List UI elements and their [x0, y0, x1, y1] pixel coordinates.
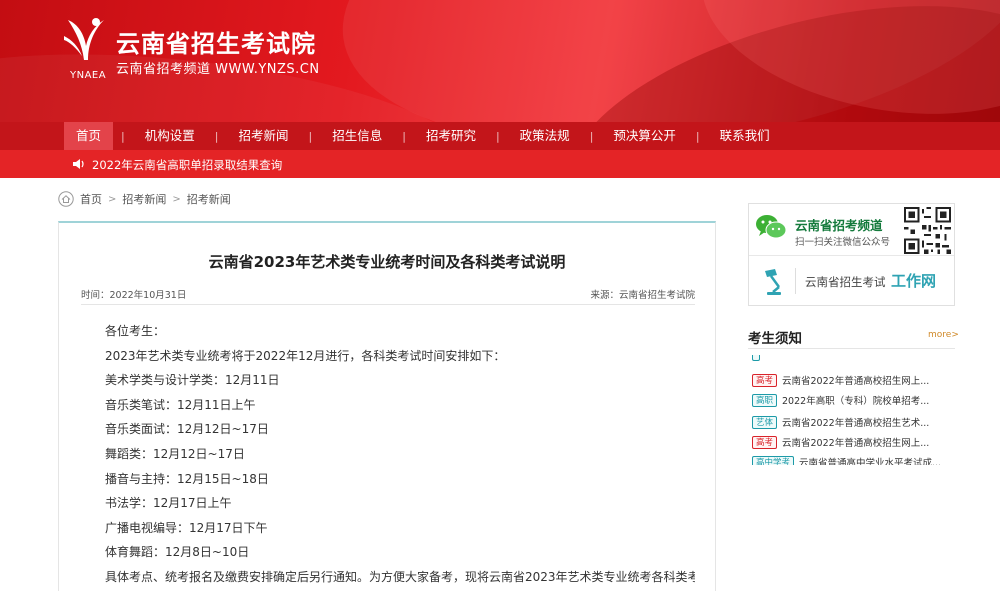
article-paragraph: 播音与主持：12月15日~18日 — [105, 471, 269, 486]
list-item[interactable]: 高考 云南省2022年普通高校招生网上... — [752, 371, 952, 389]
notice-link[interactable]: 2022年云南省高职单招录取结果查询 — [92, 157, 282, 173]
article-title: 云南省2023年艺术类专业统考时间及各科类考试说明 — [208, 253, 566, 271]
article-panel: 云南省2023年艺术类专业统考时间及各科类考试说明 时间：2022年10月31日… — [58, 221, 716, 591]
article-body: 各位考生： 2023年艺术类专业统考将于2022年12月进行，各科类考试时间安排… — [105, 319, 695, 590]
section-title: 考生须知 — [748, 331, 802, 347]
article-paragraph: 音乐类面试：12月12日~17日 — [105, 422, 269, 437]
wechat-subtitle: 扫一扫关注微信公众号 — [795, 237, 891, 248]
nav-item-budget[interactable]: 预决算公开 — [601, 122, 688, 150]
article-paragraph: 2023年艺术类专业统考将于2022年12月进行，各科类考试时间安排如下： — [105, 348, 506, 363]
nav-separator: | — [402, 129, 406, 143]
article-paragraph: 各位考生： — [105, 324, 166, 338]
article-paragraph: 体育舞蹈：12月8日~10日 — [105, 545, 250, 560]
list-item[interactable] — [752, 355, 952, 363]
nav-item-exam-news[interactable]: 招考新闻 — [226, 122, 300, 150]
breadcrumb-exam-news[interactable]: 招考新闻 — [122, 191, 166, 207]
article-paragraph: 音乐类笔试：12月11日上午 — [105, 397, 256, 412]
article-paragraph: 广播电视编导：12月17日下午 — [105, 520, 268, 535]
article-paragraph: 具体考点、统考报名及缴费安排确定后另行通知。为方便大家备考，现将云南省2023年… — [105, 569, 695, 584]
follow-box: 云南省招考频道 扫一扫关注微信公众号 云南省招生考试 工作网 — [748, 203, 955, 306]
category-tag: 高考 — [752, 435, 778, 449]
notice-list: 高考 云南省2022年普通高校招生网上... 高职 2022年高职（专科）院校单… — [752, 355, 952, 465]
site-subtitle: 云南省招考频道 WWW.YNZS.CN — [116, 62, 320, 77]
wechat-title: 云南省招考频道 — [795, 218, 883, 233]
list-item-text[interactable]: 云南省2022年普通高校招生艺术... — [782, 415, 929, 429]
wechat-icon — [756, 215, 787, 239]
article-time: 时间：2022年10月31日 — [81, 290, 187, 301]
qr-code-icon — [904, 207, 951, 254]
list-item-text[interactable]: 云南省2022年普通高校招生网上... — [782, 373, 929, 387]
category-tag: 艺体 — [752, 415, 778, 429]
desk-lamp-icon — [765, 269, 781, 295]
article-source: 来源：云南省招生考试院 — [590, 290, 695, 301]
category-tag: 高考 — [752, 373, 778, 387]
work-site-row[interactable]: 云南省招生考试 工作网 — [749, 256, 954, 306]
home-icon — [58, 191, 74, 207]
divider — [795, 268, 796, 294]
nav-separator: | — [308, 129, 313, 143]
work-site-highlight: 工作网 — [891, 272, 937, 290]
nav-separator: | — [121, 129, 125, 143]
speaker-icon — [73, 159, 84, 169]
nav-item-policy[interactable]: 政策法规 — [508, 122, 582, 150]
nav-item-research[interactable]: 招考研究 — [414, 122, 488, 150]
notice-bar: 2022年云南省高职单招录取结果查询 — [0, 150, 1000, 178]
more-link[interactable]: more> — [928, 330, 959, 340]
main-nav: 首页 | 机构设置 | 招考新闻 | 招生信息 | 招考研究 | 政策法规 | … — [0, 122, 1000, 150]
nav-item-contact[interactable]: 联系我们 — [708, 122, 782, 150]
breadcrumb-separator: > — [172, 193, 181, 205]
category-tag: 高职 — [752, 393, 778, 407]
list-item[interactable]: 高职 2022年高职（专科）院校单招考... — [752, 391, 952, 409]
breadcrumb-separator: > — [108, 193, 117, 205]
nav-separator: | — [495, 129, 500, 143]
article-meta: 时间：2022年10月31日 来源：云南省招生考试院 — [81, 287, 695, 305]
work-site-label: 云南省招生考试 — [805, 275, 886, 289]
logo-abbr: YNAEA — [70, 70, 107, 81]
site-header: YNAEA 云南省招生考试院 云南省招考频道 WWW.YNZS.CN — [0, 0, 1000, 122]
nav-separator: | — [695, 129, 700, 143]
logo-icon[interactable] — [62, 14, 110, 66]
category-tag: 高中学考 — [752, 455, 795, 465]
list-item-text[interactable]: 2022年高职（专科）院校单招考... — [782, 393, 929, 407]
list-item[interactable]: 艺体 云南省2022年普通高校招生艺术... — [752, 413, 952, 431]
breadcrumb: 首页 > 招考新闻 > 招考新闻 — [58, 190, 231, 208]
breadcrumb-current[interactable]: 招考新闻 — [187, 191, 231, 207]
list-item-text[interactable]: 云南省普通高中学业水平考试成... — [799, 455, 941, 465]
article-paragraph: 书法学：12月17日上午 — [105, 496, 232, 511]
list-item[interactable]: 高考 云南省2022年普通高校招生网上... — [752, 433, 952, 451]
wechat-row[interactable]: 云南省招考频道 扫一扫关注微信公众号 — [749, 204, 954, 256]
nav-item-home[interactable]: 首页 — [64, 122, 114, 150]
nav-item-admission-info[interactable]: 招生信息 — [320, 122, 394, 150]
article-paragraph: 美术学类与设计学类：12月11日 — [105, 373, 280, 388]
breadcrumb-home[interactable]: 首页 — [80, 191, 102, 207]
list-item-text[interactable]: 云南省2022年普通高校招生网上... — [782, 435, 929, 449]
nav-item-organization[interactable]: 机构设置 — [133, 122, 207, 150]
article-paragraph: 舞蹈类：12月12日~17日 — [105, 446, 245, 461]
category-tag — [752, 355, 760, 361]
site-title[interactable]: 云南省招生考试院 — [116, 24, 316, 59]
nav-separator: | — [589, 129, 594, 143]
section-divider — [748, 348, 955, 349]
list-item[interactable]: 高中学考 云南省普通高中学业水平考试成... — [752, 453, 952, 465]
nav-separator: | — [214, 129, 219, 143]
